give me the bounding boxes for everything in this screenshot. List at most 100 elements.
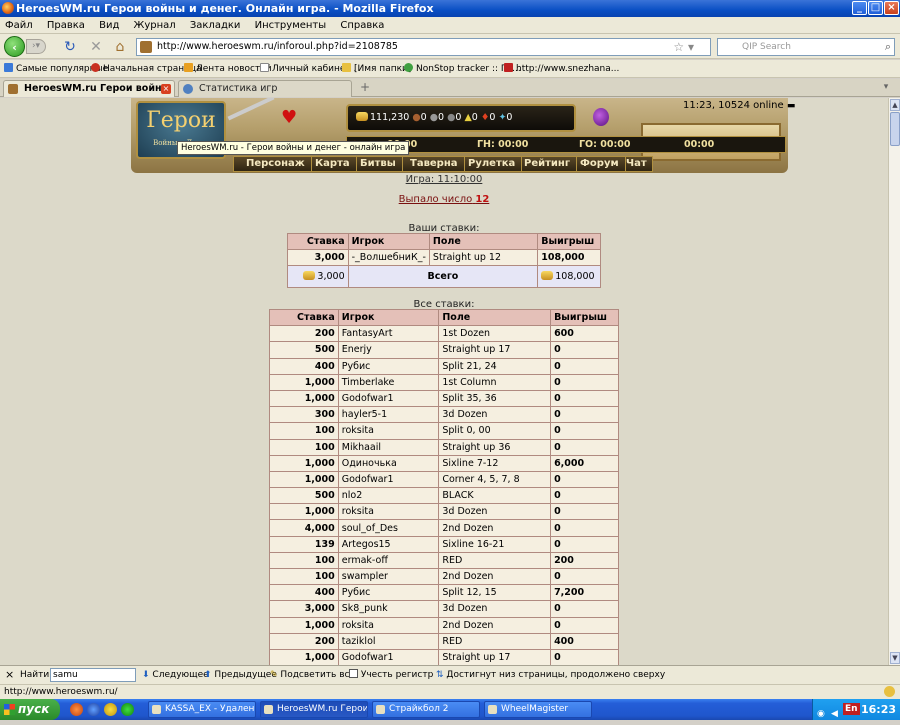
player-cell[interactable]: Godofwar1 (337, 389, 440, 408)
scroll-up-icon[interactable]: ▲ (890, 99, 900, 111)
player-cell[interactable]: Одиночька (337, 454, 440, 472)
field-cell: 3d Dozen (438, 503, 552, 521)
win-cell: 0 (550, 389, 619, 408)
game-time-link[interactable]: Игра: 11:10:00 (0, 174, 888, 185)
bookmark-item[interactable]: http://www.snezhana... (504, 60, 619, 78)
scroll-down-icon[interactable]: ▼ (890, 652, 900, 664)
player-cell[interactable]: FantasyArt (337, 325, 440, 343)
nav-tavern[interactable]: Таверна (404, 157, 465, 171)
language-indicator[interactable]: En (843, 703, 860, 715)
table-row: 100 swampler 2nd Dozen 0 (269, 567, 619, 586)
player-cell[interactable]: Timberlake (337, 373, 440, 391)
menu-tools[interactable]: Инструменты (255, 20, 327, 31)
player-cell[interactable]: Enerjy (337, 341, 440, 359)
menu-bar: Файл Правка Вид Журнал Закладки Инструме… (0, 17, 900, 34)
vertical-scrollbar[interactable]: ▲ ▼ (888, 98, 900, 665)
menu-view[interactable]: Вид (99, 20, 119, 31)
bookmark-item[interactable]: Лента новостей (184, 60, 272, 78)
bookmark-star-icon[interactable]: ☆ ▾ (673, 39, 694, 55)
player-cell[interactable]: roksita (337, 503, 440, 521)
maximize-button[interactable]: □ (868, 1, 883, 15)
player-cell[interactable]: roksita (337, 616, 440, 634)
find-next-button[interactable]: ⬇ Следующее (142, 666, 209, 684)
player-cell[interactable]: Godofwar1 (337, 470, 440, 489)
start-button[interactable]: пуск (0, 699, 60, 720)
player-cell[interactable]: nlo2 (337, 487, 440, 505)
tab-heroeswm[interactable]: HeroesWM.ru Герои войны и ден... × (3, 80, 175, 97)
bet-cell: 300 (269, 406, 339, 424)
smiley-icon[interactable] (884, 686, 895, 697)
url-input[interactable]: http://www.heroeswm.ru/inforoul.php?id=2… (136, 38, 711, 56)
nav-rating[interactable]: Рейтинг (518, 157, 578, 171)
nav-chat[interactable]: Чат (620, 157, 653, 171)
reload-icon[interactable]: ↻ (60, 37, 80, 57)
search-input[interactable]: QIP Search ⌕ (717, 38, 895, 56)
mana-potion-icon (593, 108, 609, 126)
player-cell[interactable]: taziklol (337, 632, 440, 650)
table-row: 1,000 Timberlake 1st Column 0 (269, 373, 619, 391)
player-cell[interactable]: swampler (337, 567, 440, 586)
menu-history[interactable]: Журнал (134, 20, 176, 31)
find-close-icon[interactable]: × (5, 666, 14, 684)
field-cell: Straight up 36 (438, 438, 552, 456)
player-cell[interactable]: roksita (337, 422, 440, 440)
player-cell[interactable]: ermak-off (337, 551, 440, 570)
tab-game-stats[interactable]: Статистика игр (178, 80, 352, 97)
player-cell[interactable]: hayler5-1 (337, 406, 440, 424)
tray-icon[interactable]: ◉ (817, 704, 825, 725)
player-cell[interactable]: Artegos15 (337, 535, 440, 553)
tray-clock[interactable]: 16:23 (861, 703, 896, 716)
taskbar-item[interactable]: WheelMagister (484, 701, 592, 718)
nav-character[interactable]: Персонаж (240, 157, 312, 171)
nav-roulette[interactable]: Рулетка (462, 157, 523, 171)
tab-bar: HeroesWM.ru Герои войны и ден... × Стати… (0, 79, 900, 97)
field-cell: Split 0, 00 (438, 422, 552, 440)
menu-file[interactable]: Файл (5, 20, 33, 31)
highlight-all-button[interactable]: ✎ Подсветить все (270, 666, 355, 684)
search-icon[interactable]: ⌕ (885, 39, 891, 55)
taskbar-item[interactable]: KASSA_EX - Удаленн... (148, 701, 256, 718)
firefox-quicklaunch-icon[interactable] (70, 703, 83, 716)
forward-button[interactable]: ›▾ (26, 39, 46, 54)
find-bar: × Найти: samu ⬇ Следующее ⬆ Предыдущее ✎… (0, 665, 900, 684)
menu-bookmarks[interactable]: Закладки (190, 20, 241, 31)
scroll-thumb[interactable] (890, 112, 900, 146)
app-quicklaunch-icon[interactable] (121, 703, 134, 716)
player-cell[interactable]: Mikhaail (337, 438, 440, 456)
minimize-button[interactable]: _ (852, 1, 867, 15)
taskbar-item[interactable]: Страйкбол 2 (372, 701, 480, 718)
dropped-number-link[interactable]: Выпало число 12 (0, 194, 888, 205)
menu-edit[interactable]: Правка (47, 20, 85, 31)
menu-help[interactable]: Справка (340, 20, 384, 31)
nav-map[interactable]: Карта (309, 157, 357, 171)
field-cell: BLACK (438, 487, 552, 505)
back-button[interactable]: ‹ (4, 36, 25, 57)
new-tab-button[interactable]: + (358, 80, 372, 96)
tab-list-button[interactable]: ▾ (879, 80, 893, 96)
app-quicklaunch-icon[interactable] (104, 703, 117, 716)
bet-cell: 1,000 (269, 389, 339, 408)
player-cell[interactable]: Sk8_punk (337, 600, 440, 618)
bet-cell: 400 (269, 357, 339, 375)
win-cell: 0 (550, 519, 619, 537)
find-prev-button[interactable]: ⬆ Предыдущее (204, 666, 277, 684)
player-cell[interactable]: Рубис (337, 584, 440, 602)
find-input[interactable]: samu (50, 668, 136, 682)
match-case-checkbox[interactable]: Учесть регистр (349, 666, 433, 684)
close-button[interactable]: × (884, 1, 899, 15)
field-cell: Corner 4, 5, 7, 8 (438, 470, 552, 489)
player-cell[interactable]: Рубис (337, 357, 440, 375)
home-icon[interactable]: ⌂ (110, 37, 130, 57)
player-cell[interactable]: soul_of_Des (337, 519, 440, 537)
player-cell[interactable]: -_ВолшебниК_- (347, 249, 430, 267)
nav-battles[interactable]: Битвы (354, 157, 403, 171)
taskbar-item-active[interactable]: HeroesWM.ru Герои ... (260, 701, 368, 718)
player-cell[interactable]: Godofwar1 (337, 648, 440, 665)
stop-icon[interactable]: ✕ (86, 37, 106, 57)
nav-forum[interactable]: Форум (574, 157, 626, 171)
volume-icon[interactable]: ◀ (831, 704, 838, 725)
tab-close-icon[interactable]: × (161, 84, 171, 94)
bookmark-item[interactable]: [Имя папки] (342, 60, 411, 78)
win-cell: 0 (550, 406, 619, 424)
app-quicklaunch-icon[interactable] (87, 703, 100, 716)
